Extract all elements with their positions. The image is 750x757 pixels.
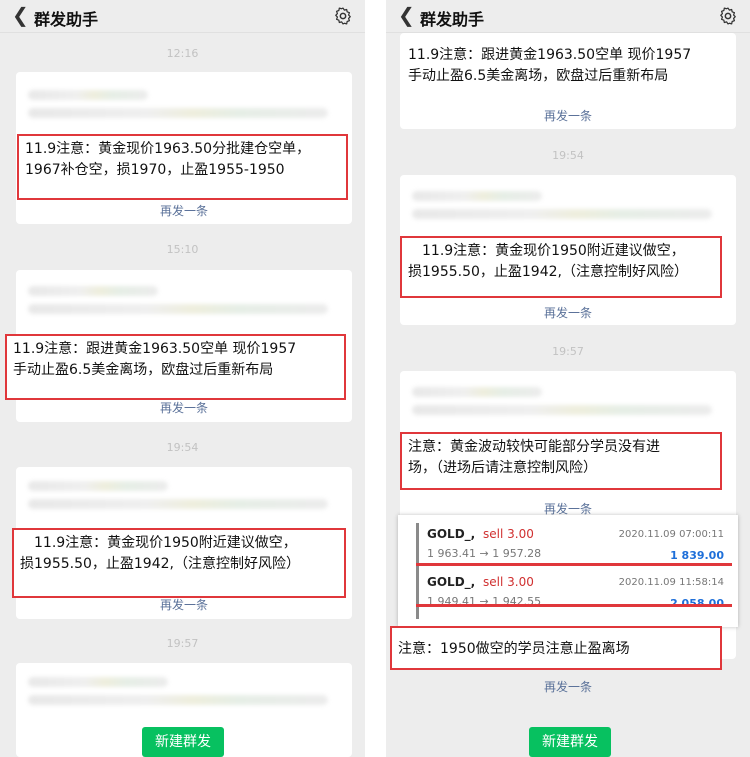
gear-icon[interactable] — [333, 6, 353, 26]
trade-action: sell 3.00 — [483, 575, 534, 589]
trade-row: GOLD_, sell 3.00 2020.11.09 11:58:14 1 9… — [416, 571, 728, 619]
trade-datetime: 2020.11.09 07:00:11 — [618, 529, 724, 540]
highlight-underline — [416, 563, 732, 566]
timestamp: 19:57 — [166, 637, 199, 650]
back-icon[interactable]: ❮ — [12, 4, 29, 26]
resend-link[interactable]: 再发一条 — [16, 202, 352, 219]
message-text: 11.9注意：黄金现价1950附近建议做空， 损1955.50，止盈1942,（… — [12, 528, 346, 598]
timestamp: 19:54 — [552, 149, 584, 162]
trade-datetime: 2020.11.09 11:58:14 — [618, 577, 724, 588]
highlight-underline — [416, 604, 732, 607]
trade-symbol: GOLD_, — [427, 575, 476, 589]
left-chat-screen: ❮ 群发助手 12:16 11.9注意：黄金现价1963.50分批建仓空单， 1… — [0, 0, 365, 757]
timestamp: 19:54 — [166, 441, 199, 454]
top-bar: ❮ 群发助手 — [386, 0, 750, 33]
message-text: 11.9注意：跟进黄金1963.50空单 现价1957 手动止盈6.5美金离场，… — [5, 334, 346, 400]
gear-icon[interactable] — [718, 6, 738, 26]
trade-history-image: GOLD_, sell 3.00 2020.11.09 07:00:11 1 9… — [398, 515, 738, 627]
right-chat-screen: ❮ 群发助手 11.9注意：跟进黄金1963.50空单 现价1957 手动止盈6… — [386, 0, 750, 757]
resend-link[interactable]: 再发一条 — [400, 304, 736, 321]
trade-prices: 1 963.41 → 1 957.28 — [427, 547, 542, 560]
timestamp: 19:57 — [552, 345, 584, 358]
top-bar: ❮ 群发助手 — [0, 0, 365, 33]
message-text: 注意：1950做空的学员注意止盈离场 — [390, 626, 722, 670]
message-text: 11.9注意：跟进黄金1963.50空单 现价1957 手动止盈6.5美金离场，… — [400, 40, 734, 90]
resend-link[interactable]: 再发一条 — [400, 678, 736, 695]
trade-action: sell 3.00 — [483, 527, 534, 541]
resend-link[interactable]: 再发一条 — [400, 107, 736, 124]
trade-symbol: GOLD_, — [427, 527, 476, 541]
timestamp: 12:16 — [166, 47, 199, 60]
new-broadcast-button[interactable]: 新建群发 — [529, 727, 611, 757]
new-broadcast-button[interactable]: 新建群发 — [142, 727, 224, 757]
message-text: 11.9注意：黄金现价1950附近建议做空， 损1955.50，止盈1942,（… — [400, 236, 722, 298]
message-text: 11.9注意：黄金现价1963.50分批建仓空单， 1967补仓空，损1970，… — [17, 134, 348, 200]
back-icon[interactable]: ❮ — [398, 4, 415, 26]
trade-profit: 1 839.00 — [670, 549, 724, 562]
timestamp: 15:10 — [166, 243, 199, 256]
page-title: 群发助手 — [420, 10, 485, 29]
page-title: 群发助手 — [34, 10, 99, 29]
resend-link[interactable]: 再发一条 — [16, 399, 352, 416]
resend-link[interactable]: 再发一条 — [16, 596, 352, 613]
message-text: 注意：黄金波动较快可能部分学员没有进 场，（进场后请注意控制风险） — [400, 432, 722, 490]
